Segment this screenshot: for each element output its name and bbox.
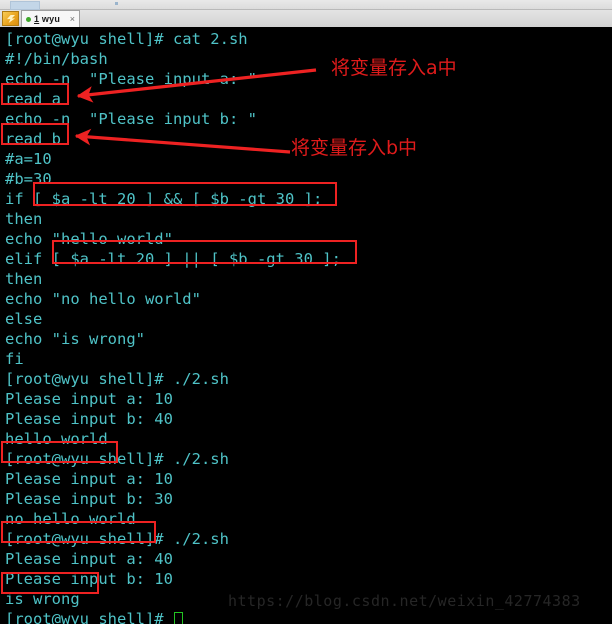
terminal-line: else — [5, 310, 43, 328]
terminal-line: read b — [5, 130, 61, 148]
terminal-line: echo "is wrong" — [5, 330, 145, 348]
terminal-line: [root@wyu shell]# cat 2.sh — [5, 30, 248, 48]
terminal-line: [root@wyu shell]# ./2.sh — [5, 370, 229, 388]
terminal-line: Please input b: 40 — [5, 410, 173, 428]
terminal-line: echo -n "Please input a: " — [5, 70, 257, 88]
window-chrome-strip — [0, 0, 612, 10]
watermark: https://blog.csdn.net/weixin_42774383 — [228, 592, 581, 610]
terminal-line: no hello world — [5, 510, 136, 528]
terminal-line: Please input a: 10 — [5, 470, 173, 488]
terminal-line: #a=10 — [5, 150, 52, 168]
terminal-line: echo "no hello world" — [5, 290, 201, 308]
terminal-line: read a — [5, 90, 61, 108]
terminal-line: elif [ $a -lt 20 ] || [ $b -gt 30 ]; — [5, 250, 341, 268]
terminal-line: if [ $a -lt 20 ] && [ $b -gt 30 ]; — [5, 190, 323, 208]
terminal-body[interactable]: [root@wyu shell]# cat 2.sh #!/bin/bash ech… — [0, 27, 612, 624]
terminal-line: Please input a: 40 — [5, 550, 173, 568]
tab-bar: 1 wyu × — [0, 10, 612, 28]
terminal-line: echo "hello world" — [5, 230, 173, 248]
terminal-line: [root@wyu shell]# — [5, 609, 605, 624]
terminal-line: [root@wyu shell]# ./2.sh — [5, 450, 229, 468]
terminal-line: #!/bin/bash — [5, 50, 108, 68]
tab-number: 1 — [34, 14, 40, 24]
window-chrome-ghost — [10, 1, 40, 10]
terminal-line: #b=30 — [5, 170, 52, 188]
terminal-line: echo -n "Please input b: " — [5, 110, 257, 128]
app-bolt-icon[interactable] — [2, 11, 19, 26]
tab-session-1[interactable]: 1 wyu × — [21, 10, 80, 27]
terminal-line: Please input b: 30 — [5, 490, 173, 508]
window-chrome-dot — [115, 2, 118, 5]
terminal-line: [root@wyu shell]# ./2.sh — [5, 530, 229, 548]
terminal-line: Please input b: 10 — [5, 570, 173, 588]
terminal-line: then — [5, 210, 43, 228]
text-cursor — [173, 612, 183, 624]
terminal-line: Please input a: 10 — [5, 390, 173, 408]
tab-label: 1 wyu — [34, 14, 60, 24]
terminal-line: hello world — [5, 430, 108, 448]
tab-title: wyu — [41, 14, 61, 24]
terminal-lines: [root@wyu shell]# cat 2.sh #!/bin/bash ech… — [5, 29, 605, 624]
terminal-window: 1 wyu × [root@wyu shell]# cat 2.sh #!/bin… — [0, 0, 612, 624]
terminal-line: then — [5, 270, 43, 288]
terminal-line: fi — [5, 350, 24, 368]
connected-dot — [26, 16, 31, 22]
close-icon[interactable]: × — [70, 14, 75, 24]
